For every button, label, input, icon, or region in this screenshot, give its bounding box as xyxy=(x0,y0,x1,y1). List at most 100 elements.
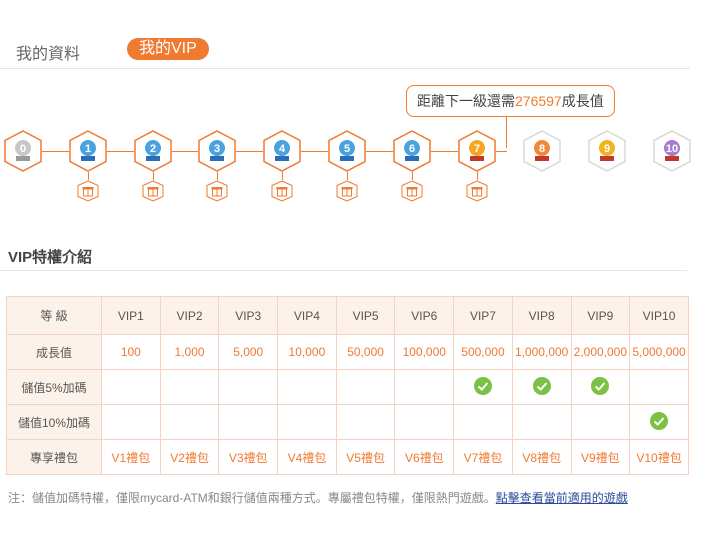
gift-icon[interactable] xyxy=(142,180,164,202)
vip-header-cell: VIP7 xyxy=(453,296,513,335)
growth-cell: 100 xyxy=(101,334,161,370)
bonus-cell xyxy=(159,369,220,405)
gift-cell[interactable]: V1禮包 xyxy=(101,439,161,475)
gift-connector xyxy=(412,172,413,180)
bubble-prefix: 距離下一級還需 xyxy=(417,93,515,109)
growth-cell: 1,000 xyxy=(159,334,220,370)
bonus-cell xyxy=(159,404,220,440)
bonus-cell xyxy=(453,369,513,405)
vip-header-cell: VIP4 xyxy=(277,296,337,335)
check-icon xyxy=(532,376,551,395)
gift-connector xyxy=(477,172,478,180)
vip-level-number: 8 xyxy=(539,143,545,155)
table-header-row: 等 級 VIP1 VIP2 VIP3 VIP4 VIP5 VIP6 VIP7 VIP8 VIP9… xyxy=(6,296,689,335)
vip-level-number: 1 xyxy=(85,143,91,155)
vip-level-track: 距離下一級還需276597成長值 0 1 2 3 4 5 6 7 8 9 10 xyxy=(0,78,713,208)
bonus5-row-label: 儲值5%加碼 xyxy=(6,369,102,405)
bonus5-row: 儲值5%加碼 xyxy=(6,369,689,405)
growth-cell: 100,000 xyxy=(394,334,455,370)
vip-level-number: 2 xyxy=(150,143,156,155)
applicable-games-link[interactable]: 點擊查看當前適用的遊戲 xyxy=(496,491,628,505)
growth-cell: 500,000 xyxy=(453,334,513,370)
gift-cell[interactable]: V7禮包 xyxy=(453,439,513,475)
gift-row: 專享禮包 V1禮包 V2禮包 V3禮包 V4禮包 V5禮包 V6禮包 V7禮包 V8禮包 V9禮… xyxy=(6,439,689,475)
bonus10-row: 儲值10%加碼 xyxy=(6,404,689,440)
level-connector xyxy=(107,151,134,152)
bubble-connector xyxy=(496,151,507,152)
vip-header-cell: VIP2 xyxy=(159,296,220,335)
vip-header-cell: VIP9 xyxy=(570,296,631,335)
vip-level-number: 9 xyxy=(604,143,610,155)
vip-level-3-icon: 3 xyxy=(198,130,236,172)
bubble-suffix: 成長值 xyxy=(561,93,604,109)
gift-cell[interactable]: V8禮包 xyxy=(511,439,572,475)
tab-my-profile[interactable]: 我的資料 xyxy=(16,40,80,64)
gift-cell[interactable]: V2禮包 xyxy=(159,439,220,475)
bonus10-row-label: 儲值10%加碼 xyxy=(6,404,102,440)
vip-level-5-icon: 5 xyxy=(328,130,366,172)
gift-icon[interactable] xyxy=(206,180,228,202)
bonus-cell xyxy=(629,404,689,440)
bonus-cell xyxy=(218,404,279,440)
gift-icon[interactable] xyxy=(466,180,488,202)
bonus-cell xyxy=(394,404,455,440)
next-level-bubble: 距離下一級還需276597成長值 xyxy=(406,85,615,117)
bonus-cell xyxy=(277,369,337,405)
bonus-cell xyxy=(277,404,337,440)
bonus-cell xyxy=(570,404,631,440)
gift-icon[interactable] xyxy=(401,180,423,202)
vip-header-cell: VIP3 xyxy=(218,296,279,335)
vip-level-10-icon: 10 xyxy=(653,130,691,172)
vip-level-number: 7 xyxy=(474,143,480,155)
gift-icon[interactable] xyxy=(77,180,99,202)
level-connector xyxy=(366,151,393,152)
level-connector xyxy=(236,151,263,152)
gift-connector xyxy=(153,172,154,180)
bonus-cell xyxy=(629,369,689,405)
growth-cell: 2,000,000 xyxy=(570,334,631,370)
bonus-cell xyxy=(394,369,455,405)
bubble-pointer xyxy=(506,116,507,148)
bonus-cell xyxy=(101,404,161,440)
gift-connector xyxy=(88,172,89,180)
gift-cell[interactable]: V3禮包 xyxy=(218,439,279,475)
check-icon xyxy=(473,376,492,395)
gift-connector xyxy=(347,172,348,180)
bonus-cell xyxy=(101,369,161,405)
footnote-text: 注：儲值加碼特權，僅限mycard-ATM和銀行儲值兩種方式。專屬禮包特權，僅限… xyxy=(8,491,496,505)
growth-cell: 1,000,000 xyxy=(511,334,572,370)
gift-connector xyxy=(282,172,283,180)
vip-header-cell: VIP5 xyxy=(335,296,396,335)
vip-privilege-table: 等 級 VIP1 VIP2 VIP3 VIP4 VIP5 VIP6 VIP7 VIP8 VIP9… xyxy=(6,296,689,475)
growth-cell: 10,000 xyxy=(277,334,337,370)
vip-header-cell: VIP8 xyxy=(511,296,572,335)
section-title: VIP特權介紹 xyxy=(8,249,93,266)
growth-row: 成長值 100 1,000 5,000 10,000 50,000 100,000 500,… xyxy=(6,334,689,370)
vip-level-number: 5 xyxy=(344,143,350,155)
vip-level-number: 10 xyxy=(666,143,678,155)
vip-level-9-icon: 9 xyxy=(588,130,626,172)
vip-level-number: 4 xyxy=(279,143,286,155)
tab-my-vip[interactable]: 我的VIP xyxy=(127,38,209,60)
gift-cell[interactable]: V10禮包 xyxy=(629,439,689,475)
gift-icon[interactable] xyxy=(271,180,293,202)
level-connector xyxy=(431,151,458,152)
vip-level-7-icon: 7 xyxy=(458,130,496,172)
vip-level-6-icon: 6 xyxy=(393,130,431,172)
bonus-cell xyxy=(335,404,396,440)
vip-level-number: 6 xyxy=(409,143,415,155)
gift-cell[interactable]: V9禮包 xyxy=(570,439,631,475)
vip-level-4-icon: 4 xyxy=(263,130,301,172)
bonus-cell xyxy=(570,369,631,405)
growth-cell: 5,000,000 xyxy=(629,334,689,370)
gift-icon[interactable] xyxy=(336,180,358,202)
vip-header-cell: VIP1 xyxy=(101,296,161,335)
gift-row-label: 專享禮包 xyxy=(6,439,102,475)
gift-cell[interactable]: V5禮包 xyxy=(335,439,396,475)
bonus-cell xyxy=(511,369,572,405)
gift-cell[interactable]: V6禮包 xyxy=(394,439,455,475)
bonus-cell xyxy=(453,404,513,440)
gift-cell[interactable]: V4禮包 xyxy=(277,439,337,475)
growth-row-label: 成長值 xyxy=(6,334,102,370)
section-divider xyxy=(0,270,687,271)
